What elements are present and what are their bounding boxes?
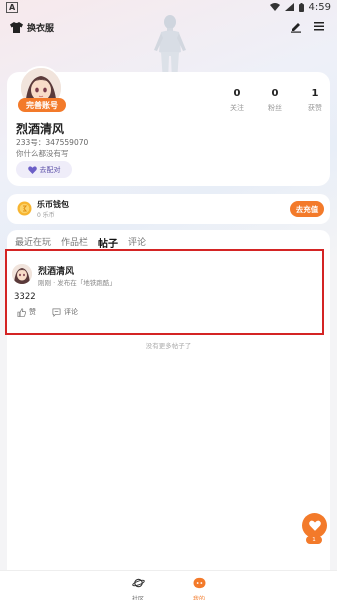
edit-icon[interactable] — [289, 19, 303, 33]
stat-likes-value: 1 — [311, 88, 319, 99]
profile-name: 烈酒清风 — [16, 122, 65, 136]
shirt-icon — [10, 21, 23, 33]
dress-up-label: 换衣服 — [27, 23, 55, 34]
wallet-title: 乐币钱包 — [37, 200, 69, 209]
stat-likes[interactable]: 1 获赞 — [295, 88, 335, 113]
nav-label-community: 社区 — [131, 596, 144, 600]
profile-stats: 0 关注 0 粉丝 1 获赞 — [217, 88, 327, 128]
profile-bio[interactable]: 你什么都没有写 — [16, 148, 69, 159]
heart-icon — [27, 165, 37, 174]
like-label: 赞 — [29, 308, 36, 316]
profile-card: 完善账号 0 关注 0 粉丝 1 获赞 烈酒清风 233号：347559070 … — [7, 66, 330, 186]
status-left-label: A — [6, 1, 19, 13]
post-author[interactable]: 烈酒清风 — [38, 264, 74, 277]
face-icon — [192, 577, 206, 589]
status-time: 4:59 — [308, 1, 331, 13]
menu-icon[interactable] — [312, 19, 326, 33]
wallet-card[interactable]: 乐币钱包 0 乐币 去充值 — [7, 194, 330, 224]
thumbs-up-icon — [17, 307, 26, 317]
comment-label: 评论 — [64, 308, 78, 316]
post-content: 3322 — [14, 292, 36, 302]
like-button[interactable]: 赞 — [17, 307, 36, 317]
heart-icon — [308, 520, 321, 531]
comment-icon — [52, 308, 61, 317]
post-avatar[interactable] — [12, 264, 32, 284]
recharge-button[interactable]: 去充值 — [290, 201, 324, 217]
wifi-icon — [269, 3, 280, 11]
battery-icon — [298, 2, 304, 12]
coin-icon — [17, 201, 32, 216]
nav-item-mine[interactable]: 我的 — [179, 574, 219, 600]
top-bar: 换衣服 — [0, 14, 337, 40]
comment-button[interactable]: 评论 — [52, 307, 78, 317]
stat-likes-label: 获赞 — [308, 104, 322, 112]
floating-heart-button[interactable] — [302, 513, 327, 538]
profile-uid[interactable]: 233号：347559070 — [16, 137, 88, 148]
stat-following-label: 关注 — [230, 104, 244, 112]
stat-fans[interactable]: 0 粉丝 — [255, 88, 295, 113]
bottom-nav: 社区 我的 — [0, 570, 337, 600]
status-icons: 4:59 — [269, 1, 331, 13]
stat-fans-value: 0 — [271, 88, 279, 99]
stat-following[interactable]: 0 关注 — [217, 88, 257, 113]
nav-label-mine: 我的 — [192, 596, 205, 600]
stat-following-value: 0 — [233, 88, 241, 99]
complete-account-badge[interactable]: 完善账号 — [18, 98, 66, 112]
floating-count-badge: 1 — [306, 536, 322, 544]
post-card[interactable] — [5, 249, 324, 335]
post-meta: 刚刚 · 发布在「地铁跑酷」 — [38, 279, 116, 287]
planet-icon — [131, 578, 145, 588]
status-bar: A 4:59 — [0, 0, 337, 14]
nav-item-community[interactable]: 社区 — [118, 574, 158, 600]
wallet-balance: 0 乐币 — [37, 212, 55, 219]
pair-button-label: 去配对 — [39, 165, 61, 174]
anime-avatar-icon — [12, 264, 32, 284]
pair-button[interactable]: 去配对 — [16, 161, 72, 178]
dress-up-button[interactable]: 换衣服 — [10, 18, 54, 36]
stat-fans-label: 粉丝 — [268, 104, 282, 112]
no-more-posts-text: 没有更多帖子了 — [145, 342, 192, 350]
signal-icon — [284, 3, 294, 11]
